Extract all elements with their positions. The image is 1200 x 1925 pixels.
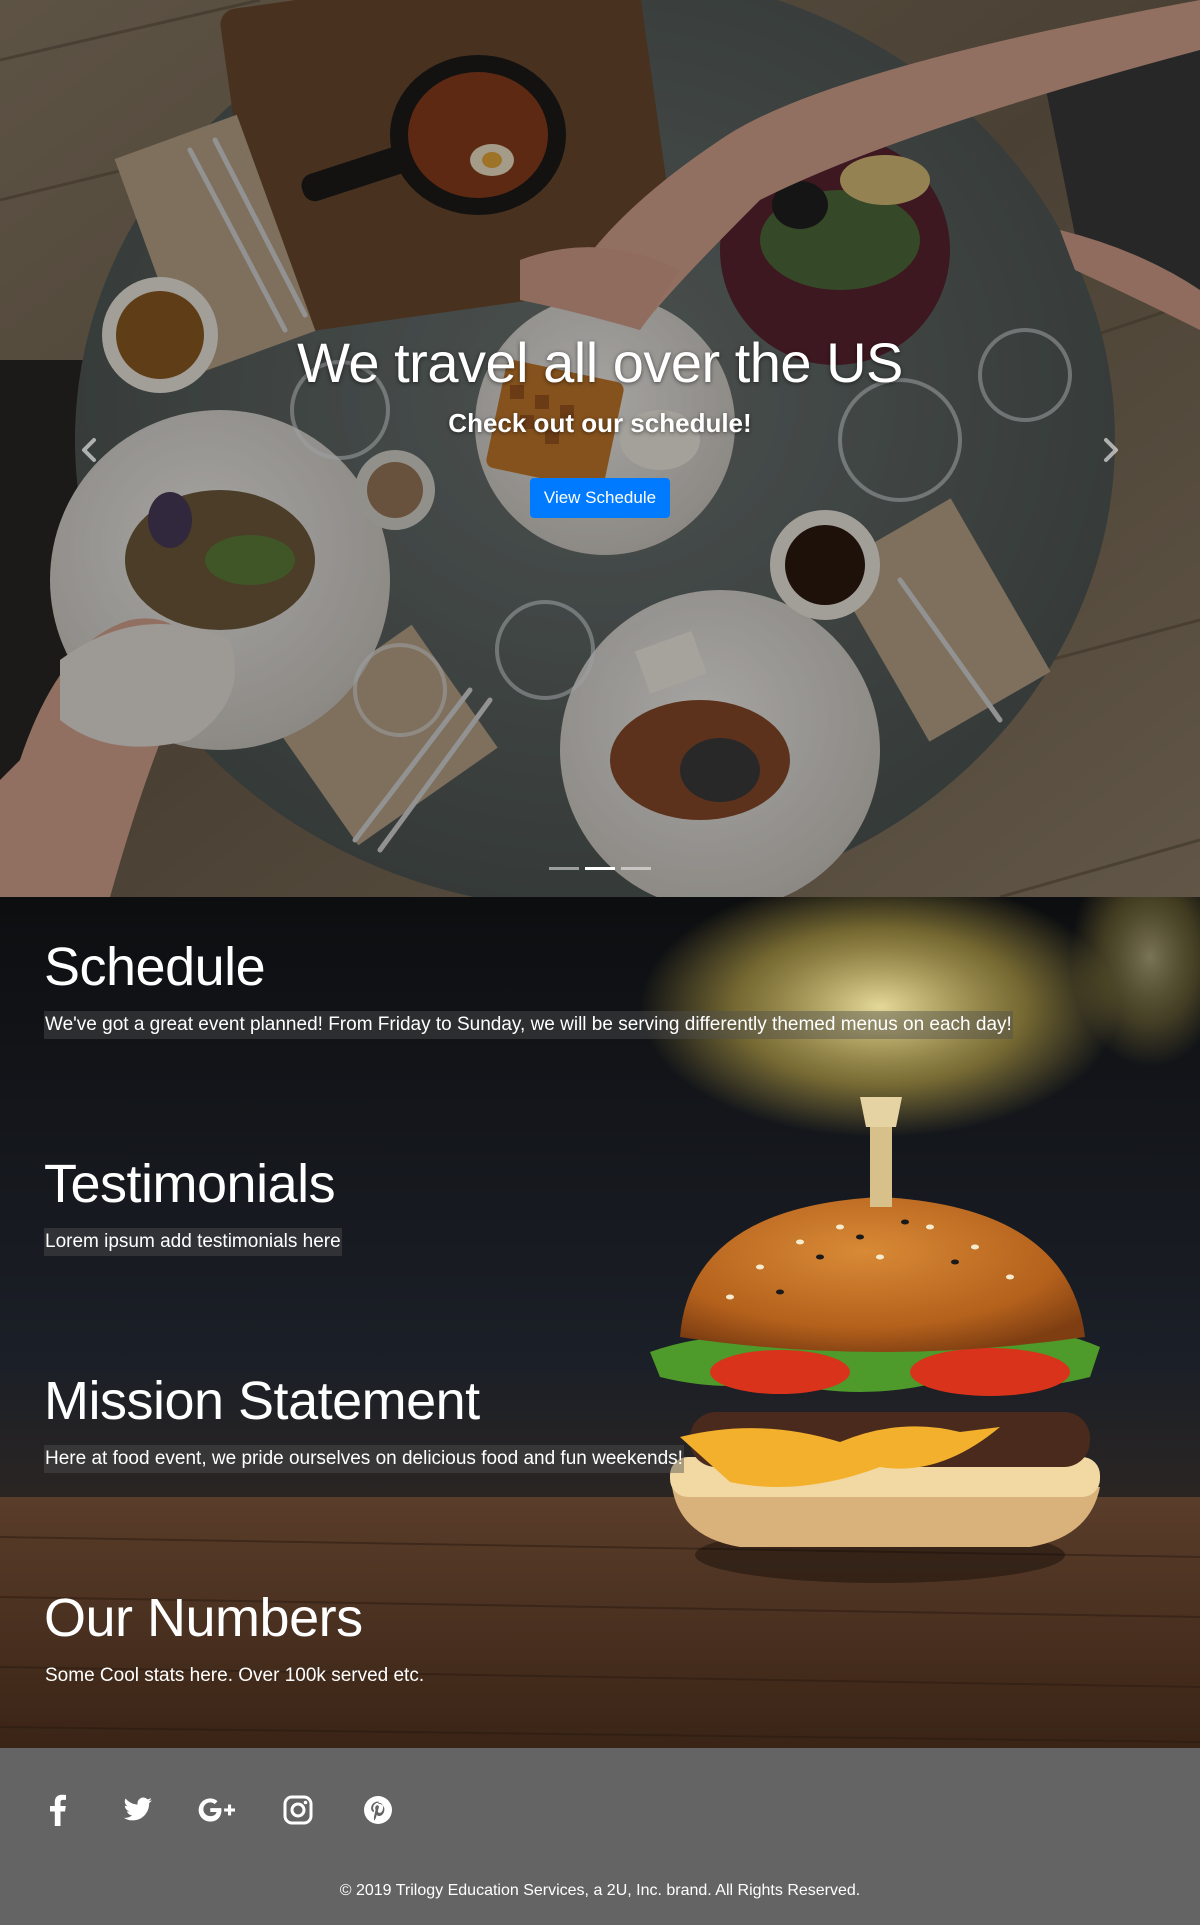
twitter-link[interactable] [118, 1790, 158, 1830]
footer: © 2019 Trilogy Education Services, a 2U,… [0, 1748, 1200, 1925]
hero-title: We travel all over the US [297, 331, 903, 394]
hero-carousel: We travel all over the US Check out our … [0, 0, 1200, 897]
carousel-indicator-3[interactable] [621, 867, 651, 870]
schedule-title: Schedule [44, 937, 266, 997]
hero-subtitle: Check out our schedule! [448, 408, 752, 438]
carousel-next-button[interactable] [1092, 432, 1128, 468]
view-schedule-button[interactable]: View Schedule [529, 478, 671, 518]
facebook-icon [50, 1794, 66, 1826]
numbers-section: Our Numbers Some Cool stats here. Over 1… [44, 1586, 425, 1690]
carousel-indicators [0, 867, 1200, 870]
numbers-text: Some Cool stats here. Over 100k served e… [45, 1665, 425, 1686]
pinterest-icon [364, 1796, 392, 1824]
twitter-icon [123, 1797, 152, 1821]
pinterest-link[interactable] [358, 1790, 398, 1830]
testimonials-text: Lorem ipsum add testimonials here [44, 1228, 342, 1256]
carousel-prev-button[interactable] [72, 432, 108, 468]
mission-text: Here at food event, we pride ourselves o… [44, 1445, 684, 1473]
mission-section: Mission Statement Here at food event, we… [44, 1369, 684, 1473]
copyright-text: © 2019 Trilogy Education Services, a 2U,… [339, 1882, 861, 1899]
testimonials-title: Testimonials [44, 1154, 336, 1214]
schedule-text: We've got a great event planned! From Fr… [44, 1011, 1013, 1039]
mission-title: Mission Statement [44, 1371, 480, 1431]
testimonials-section: Testimonials Lorem ipsum add testimonial… [44, 1152, 342, 1256]
numbers-title: Our Numbers [44, 1588, 363, 1648]
schedule-section: Schedule We've got a great event planned… [44, 935, 1013, 1039]
instagram-link[interactable] [278, 1790, 318, 1830]
carousel-indicator-1[interactable] [549, 867, 579, 870]
chevron-right-icon [1104, 438, 1118, 462]
google-plus-icon [198, 1798, 235, 1822]
social-links [38, 1790, 438, 1830]
google-plus-link[interactable] [198, 1790, 238, 1830]
content-area: Schedule We've got a great event planned… [0, 897, 1200, 1748]
chevron-left-icon [82, 438, 96, 462]
hero-caption: We travel all over the US Check out our … [0, 330, 1200, 518]
carousel-indicator-2[interactable] [585, 867, 615, 870]
instagram-icon [283, 1795, 313, 1825]
facebook-link[interactable] [38, 1790, 78, 1830]
